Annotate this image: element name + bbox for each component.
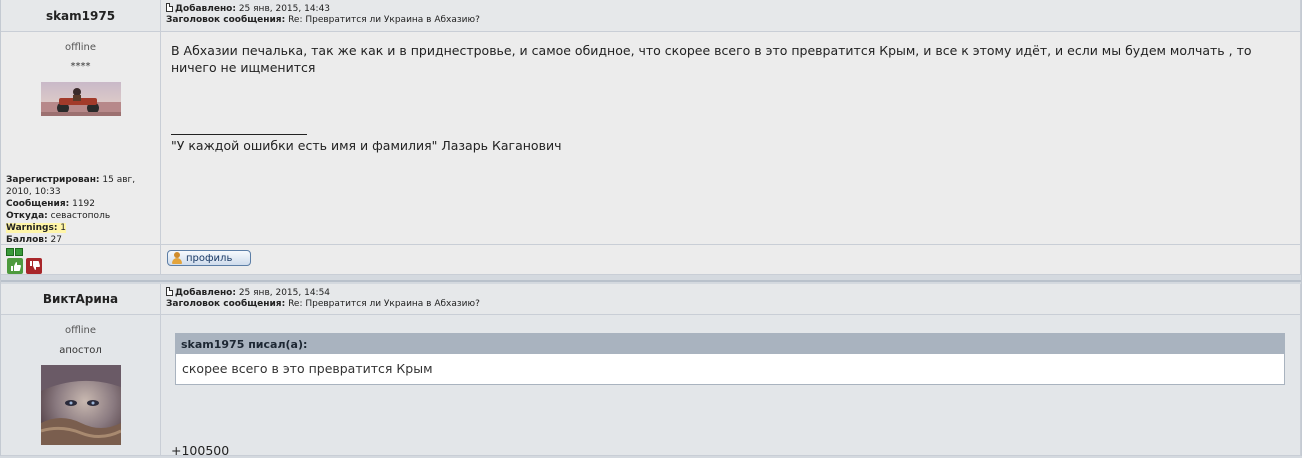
post-author-name[interactable]: skam1975 bbox=[1, 0, 161, 32]
subject-label: Заголовок сообщения: bbox=[166, 15, 286, 25]
added-label: Добавлено: bbox=[175, 4, 236, 14]
signature-text: "У каждой ошибки есть имя и фамилия" Лаз… bbox=[171, 138, 562, 153]
point-square-icon bbox=[15, 248, 23, 256]
subject-label: Заголовок сообщения: bbox=[166, 299, 286, 309]
forum-thread: skam1975 Добавлено: 25 янв, 2015, 14:43 … bbox=[0, 0, 1302, 458]
post-footer: профиль bbox=[161, 245, 1301, 275]
post-meta: Добавлено: 25 янв, 2015, 14:43 Заголовок… bbox=[161, 0, 1301, 32]
points-label: Баллов: bbox=[6, 235, 48, 245]
avatar[interactable] bbox=[41, 82, 121, 116]
online-status: offline bbox=[64, 42, 97, 53]
quote-header: skam1975 писал(а): bbox=[176, 334, 1284, 354]
signature-divider bbox=[171, 134, 307, 135]
user-rank: апостол bbox=[59, 345, 102, 356]
online-status: offline bbox=[64, 325, 97, 336]
subject-value: Re: Превратится ли Украина в Абхазию? bbox=[288, 15, 480, 25]
profile-button[interactable]: профиль bbox=[167, 250, 251, 266]
quote-text: скорее всего в это превратится Крым bbox=[182, 361, 433, 376]
post-separator bbox=[1, 276, 1301, 282]
messages-label: Сообщения: bbox=[6, 199, 70, 209]
profile-button-label: профиль bbox=[186, 252, 233, 264]
added-value: 25 янв, 2015, 14:43 bbox=[238, 4, 331, 14]
post-skam1975: skam1975 Добавлено: 25 янв, 2015, 14:43 … bbox=[1, 0, 1301, 275]
post-document-icon[interactable] bbox=[166, 287, 173, 296]
post-meta: Добавлено: 25 янв, 2015, 14:54 Заголовок… bbox=[161, 284, 1301, 315]
post-viktarina: ВиктАрина Добавлено: 25 янв, 2015, 14:54… bbox=[1, 284, 1301, 458]
messages-value: 1192 bbox=[72, 199, 95, 209]
warnings-value: 1 bbox=[60, 223, 67, 233]
post-body: skam1975 писал(а): скорее всего в это пр… bbox=[161, 315, 1301, 458]
quote-block: skam1975 писал(а): скорее всего в это пр… bbox=[175, 333, 1285, 385]
points-indicator bbox=[6, 248, 156, 256]
thumbs-up-icon[interactable] bbox=[7, 258, 23, 274]
thumbs-down-icon[interactable] bbox=[25, 258, 42, 274]
rating-buttons bbox=[7, 258, 42, 277]
from-label: Откуда: bbox=[6, 211, 48, 221]
user-rank: **** bbox=[70, 61, 91, 72]
added-value: 25 янв, 2015, 14:54 bbox=[238, 288, 331, 298]
post-document-icon[interactable] bbox=[166, 3, 173, 12]
from-value: севастополь bbox=[50, 211, 111, 221]
points-value: 27 bbox=[50, 235, 62, 245]
post-body: В Абхазии печалька, так же как и в придн… bbox=[161, 32, 1301, 245]
registered-label: Зарегистрирован: bbox=[6, 175, 100, 185]
post-author-name[interactable]: ВиктАрина bbox=[1, 284, 161, 315]
post-message-text: В Абхазии печалька, так же как и в придн… bbox=[171, 43, 1252, 75]
subject-value: Re: Превратится ли Украина в Абхазию? bbox=[288, 299, 480, 309]
warnings-label: Warnings: bbox=[6, 223, 58, 233]
author-info-panel: offline апостол bbox=[1, 315, 161, 456]
author-info-panel: offline **** Зарегистрирован: 15 авг, 20… bbox=[1, 32, 161, 274]
user-details: Зарегистрирован: 15 авг, 2010, 10:33 Соо… bbox=[6, 174, 156, 256]
warnings-badge: Warnings: 1 bbox=[6, 223, 67, 233]
avatar[interactable] bbox=[41, 365, 121, 445]
user-profile-icon bbox=[171, 251, 183, 265]
added-label: Добавлено: bbox=[175, 288, 236, 298]
point-square-icon bbox=[6, 248, 14, 256]
